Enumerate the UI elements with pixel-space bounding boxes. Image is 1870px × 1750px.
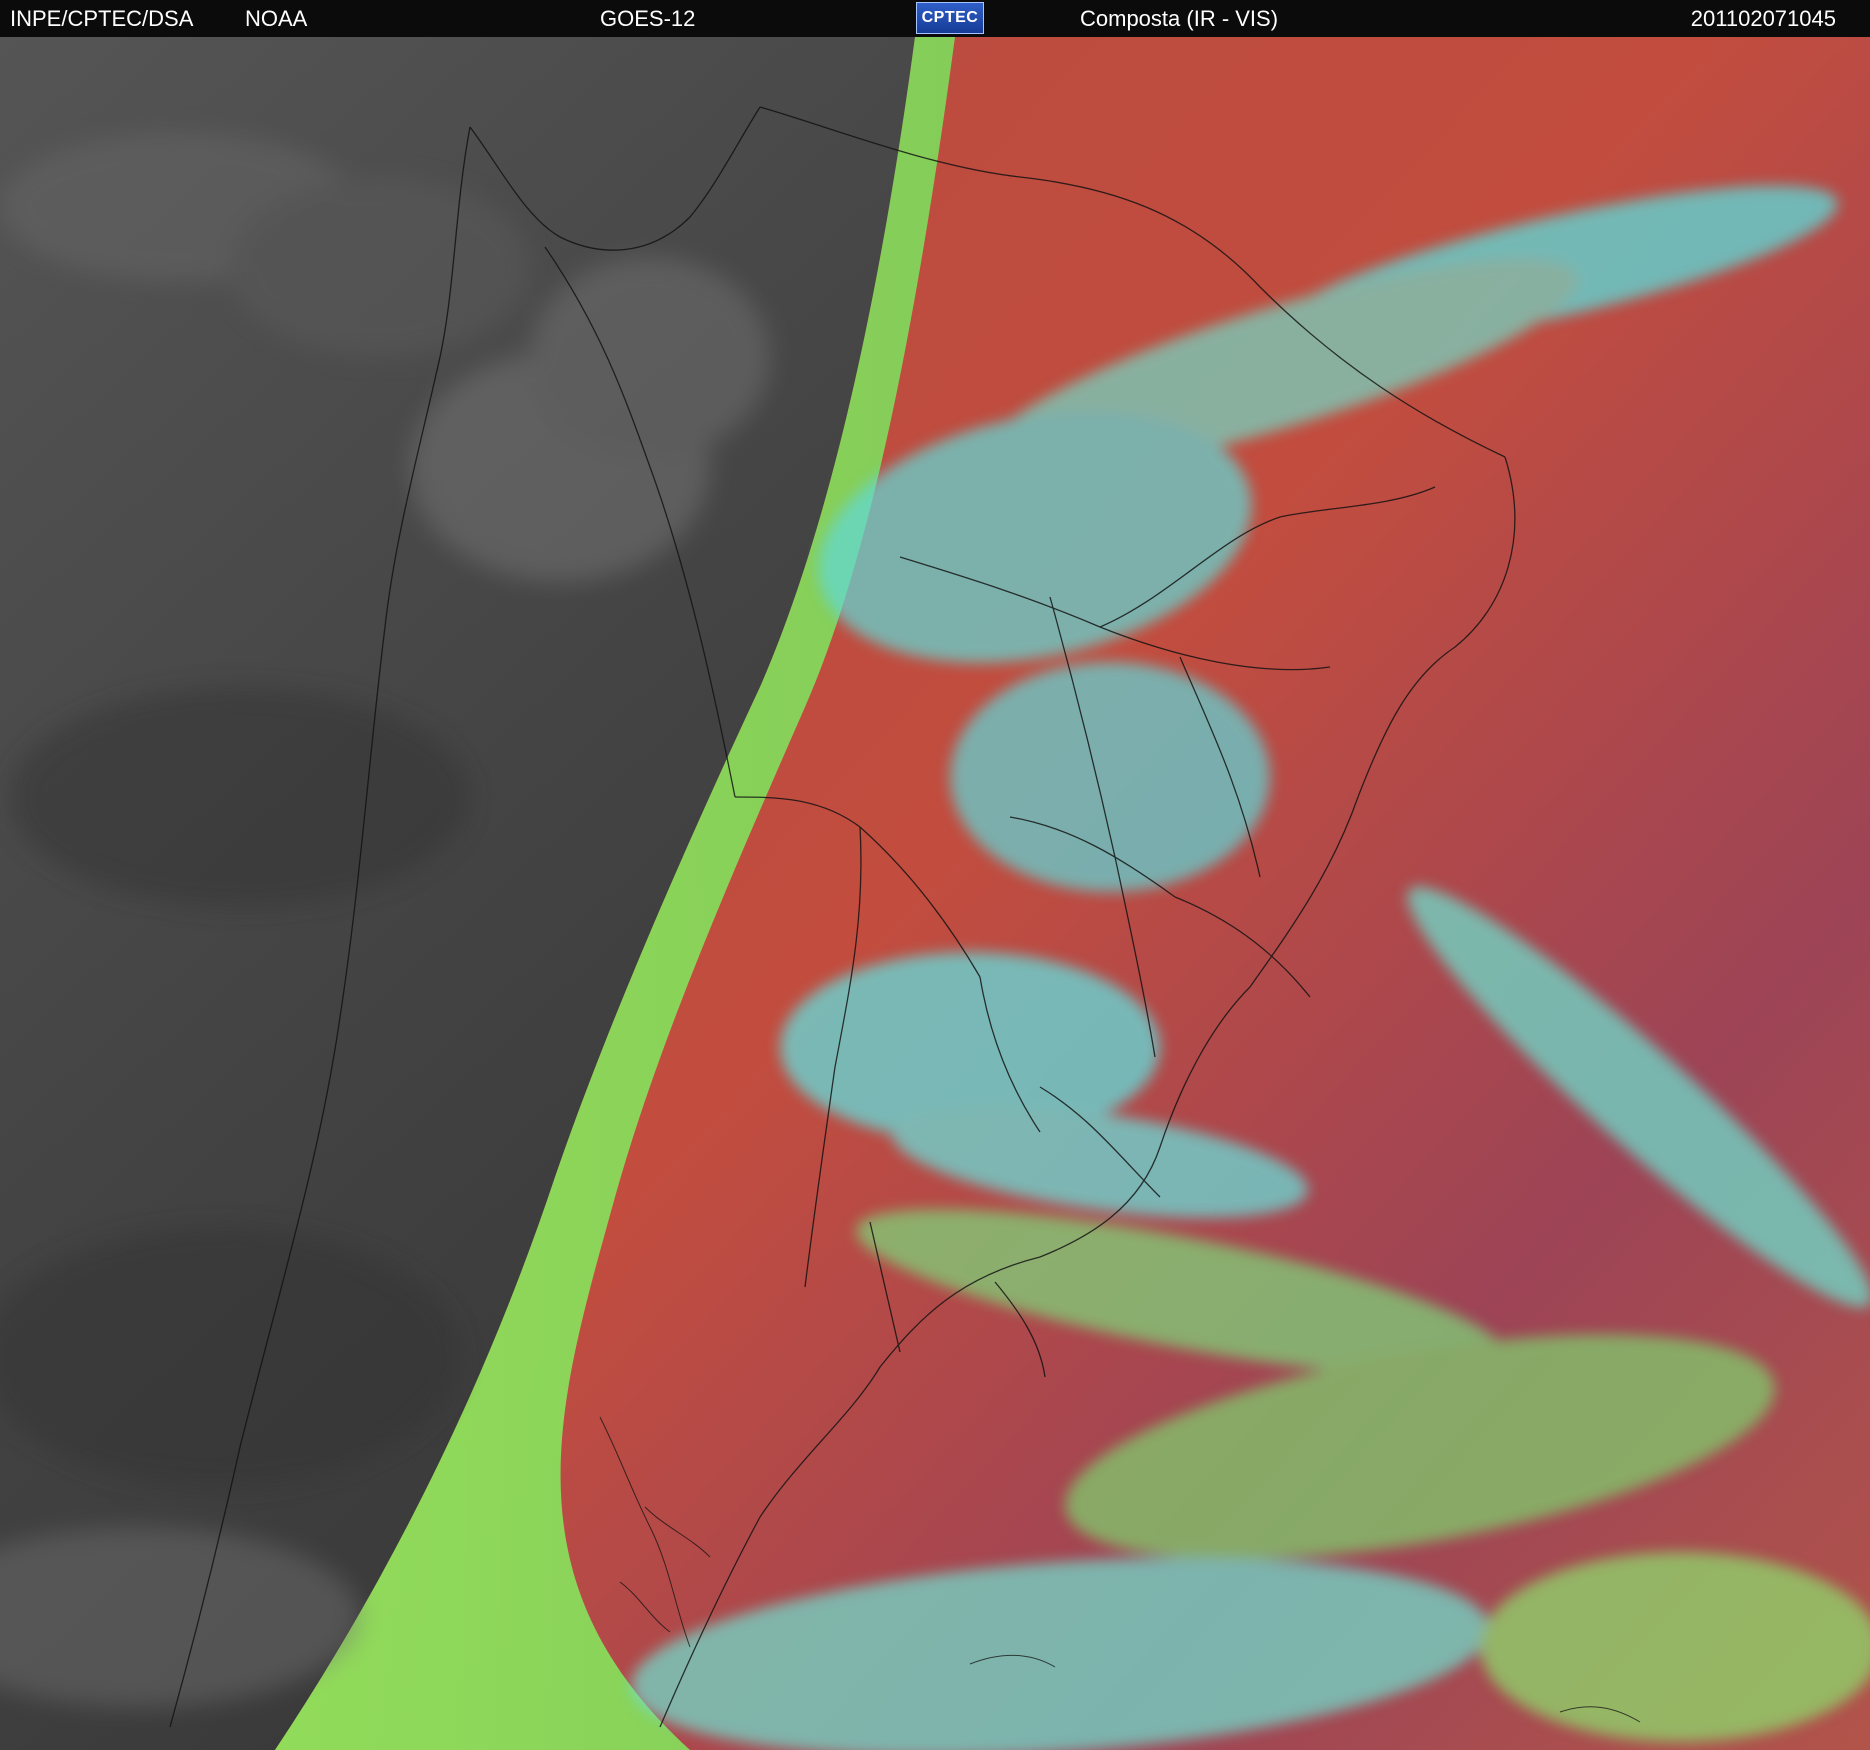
satellite-label: GOES-12 (600, 6, 696, 31)
product-label: Composta (IR - VIS) (1080, 6, 1279, 31)
agency-label: INPE/CPTEC/DSA (10, 6, 194, 31)
composite-satellite-svg (0, 37, 1870, 1750)
logo-text: CPTEC (921, 9, 979, 26)
noaa-label: NOAA (245, 6, 308, 31)
image-header: INPE/CPTEC/DSA NOAA GOES-12 CPTEC Compos… (0, 0, 1870, 37)
cptec-logo-icon: CPTEC (916, 2, 984, 34)
satellite-image (0, 37, 1870, 1750)
satellite-image-page: INPE/CPTEC/DSA NOAA GOES-12 CPTEC Compos… (0, 0, 1870, 1750)
timestamp-label: 201102071045 (1690, 6, 1836, 31)
